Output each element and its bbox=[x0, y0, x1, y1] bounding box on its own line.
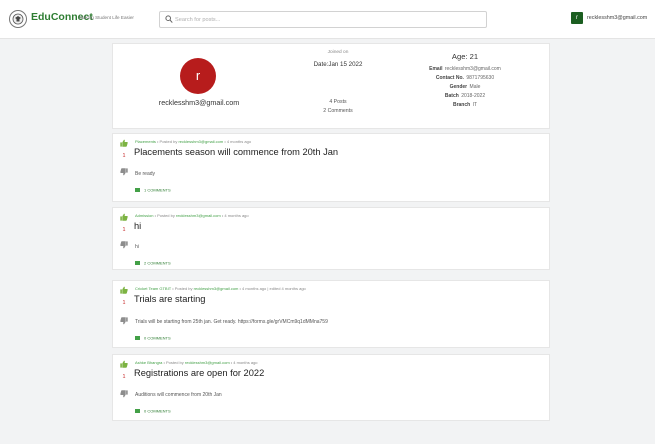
post-card: 1 Placements • Posted by recklesshm3@gma… bbox=[112, 133, 550, 202]
detail-label: Email bbox=[429, 66, 443, 72]
profile-card: r recklesshm3@gmail.com Joined on Date:J… bbox=[112, 43, 550, 129]
detail-value: recklesshm3@gmail.com bbox=[444, 66, 501, 72]
comments-label[interactable]: 2 COMMENTS bbox=[144, 260, 171, 265]
comments-button[interactable]: 1 COMMENTS bbox=[135, 187, 171, 192]
profile-email: recklesshm3@gmail.com bbox=[158, 98, 240, 107]
comment-icon bbox=[135, 260, 140, 265]
comment-icon bbox=[135, 335, 140, 340]
detail-value: 2018-2022 bbox=[461, 93, 486, 99]
logo-icon[interactable] bbox=[9, 10, 27, 28]
thumbs-up-icon[interactable] bbox=[120, 286, 128, 294]
post-body: Trials will be starting from 25th jan. G… bbox=[135, 319, 328, 325]
comments-label[interactable]: 1 COMMENTS bbox=[144, 187, 171, 192]
post-group[interactable]: Cricket Team GTBIT bbox=[135, 286, 171, 291]
posted-by-label: Posted by bbox=[159, 139, 178, 144]
user-menu[interactable]: r recklesshm3@gmail.com bbox=[571, 12, 651, 26]
detail-value: Male bbox=[469, 84, 481, 90]
post-author[interactable]: recklesshm3@gmail.com bbox=[178, 139, 223, 144]
comments-button[interactable]: 0 COMMENTS bbox=[135, 335, 171, 340]
post-group[interactable]: Ashke Bhangra bbox=[135, 360, 162, 365]
comments-label[interactable]: 0 COMMENTS bbox=[144, 408, 171, 413]
post-time: 4 months ago bbox=[224, 213, 249, 218]
top-navbar: EduConnect Making Student Life Easier r … bbox=[0, 0, 655, 39]
post-meta: Ashke Bhangra • Posted by recklesshm3@gm… bbox=[135, 360, 258, 365]
detail-contact: Contact No. 9871795630 bbox=[403, 75, 527, 81]
comments-button[interactable]: 2 COMMENTS bbox=[135, 260, 171, 265]
post-title[interactable]: hi bbox=[134, 221, 141, 231]
avatar: r bbox=[180, 58, 216, 94]
post-meta: Placements • Posted by recklesshm3@gmail… bbox=[135, 139, 252, 144]
post-card: 1 Admission • Posted by recklesshm3@gmai… bbox=[112, 207, 550, 270]
detail-label: Contact No. bbox=[435, 75, 464, 81]
thumbs-up-icon[interactable] bbox=[120, 360, 128, 368]
post-author[interactable]: recklesshm3@gmail.com bbox=[194, 286, 239, 291]
thumbs-up-icon[interactable] bbox=[120, 213, 128, 221]
thumbs-down-icon[interactable] bbox=[120, 390, 128, 398]
post-title[interactable]: Registrations are open for 2022 bbox=[134, 368, 264, 378]
detail-email: Email recklesshm3@gmail.com bbox=[403, 66, 527, 72]
detail-batch: Batch 2018-2022 bbox=[403, 93, 527, 99]
post-author[interactable]: recklesshm3@gmail.com bbox=[185, 360, 230, 365]
comments-count: 2 Comments bbox=[323, 108, 353, 114]
posted-by-label: Posted by bbox=[174, 286, 193, 291]
post-body: Auditions will commence from 20th Jan bbox=[135, 392, 222, 398]
post-title[interactable]: Trials are starting bbox=[134, 294, 205, 304]
post-card: 1 Ashke Bhangra • Posted by recklesshm3@… bbox=[112, 354, 550, 421]
search-input[interactable] bbox=[175, 13, 475, 26]
detail-label: Branch bbox=[452, 102, 471, 108]
detail-label: Batch bbox=[444, 93, 459, 99]
search-bar[interactable] bbox=[159, 11, 487, 28]
comments-button[interactable]: 0 COMMENTS bbox=[135, 408, 171, 413]
detail-value: 9871795630 bbox=[466, 75, 495, 81]
thumbs-up-icon[interactable] bbox=[120, 139, 128, 147]
profile-age: Age: 21 bbox=[451, 52, 479, 61]
post-meta: Admission • Posted by recklesshm3@gmail.… bbox=[135, 213, 249, 218]
post-meta: Cricket Team GTBIT • Posted by recklessh… bbox=[135, 286, 306, 291]
detail-value: IT bbox=[472, 102, 478, 108]
user-avatar[interactable]: r bbox=[571, 12, 583, 24]
comment-icon bbox=[135, 408, 140, 413]
detail-label: Gender bbox=[449, 84, 468, 90]
posted-by-label: Posted by bbox=[165, 360, 184, 365]
thumbs-down-icon[interactable] bbox=[120, 317, 128, 325]
search-icon bbox=[165, 15, 173, 23]
post-card: 1 Cricket Team GTBIT • Posted by reckles… bbox=[112, 280, 550, 348]
vote-count: 1 bbox=[122, 227, 126, 233]
detail-branch: Branch IT bbox=[403, 102, 527, 108]
post-body: Be ready bbox=[135, 171, 156, 177]
thumbs-down-icon[interactable] bbox=[120, 168, 128, 176]
post-group[interactable]: Admission bbox=[135, 213, 153, 218]
vote-count: 1 bbox=[122, 374, 126, 380]
post-group[interactable]: Placements bbox=[135, 139, 156, 144]
joined-date: Date:Jan 15 2022 bbox=[313, 61, 363, 68]
posts-count: 4 Posts bbox=[329, 99, 347, 105]
brand-tagline: Making Student Life Easier bbox=[79, 15, 134, 20]
post-author[interactable]: recklesshm3@gmail.com bbox=[176, 213, 221, 218]
user-email[interactable]: recklesshm3@gmail.com bbox=[587, 15, 647, 21]
vote-count: 1 bbox=[122, 300, 126, 306]
post-edited: edited 4 months ago bbox=[269, 286, 306, 291]
comments-label[interactable]: 0 COMMENTS bbox=[144, 335, 171, 340]
post-time: 4 months ago bbox=[233, 360, 258, 365]
post-title[interactable]: Placements season will commence from 20t… bbox=[134, 147, 338, 157]
comment-icon bbox=[135, 187, 140, 192]
joined-label: Joined on bbox=[327, 50, 349, 55]
posted-by-label: Posted by bbox=[157, 213, 175, 218]
vote-count: 1 bbox=[122, 153, 126, 159]
post-time: 4 months ago bbox=[226, 139, 252, 144]
post-time: 4 months ago bbox=[242, 286, 267, 291]
thumbs-down-icon[interactable] bbox=[120, 241, 128, 249]
post-body: hi bbox=[135, 244, 139, 250]
detail-gender: Gender Male bbox=[403, 84, 527, 90]
